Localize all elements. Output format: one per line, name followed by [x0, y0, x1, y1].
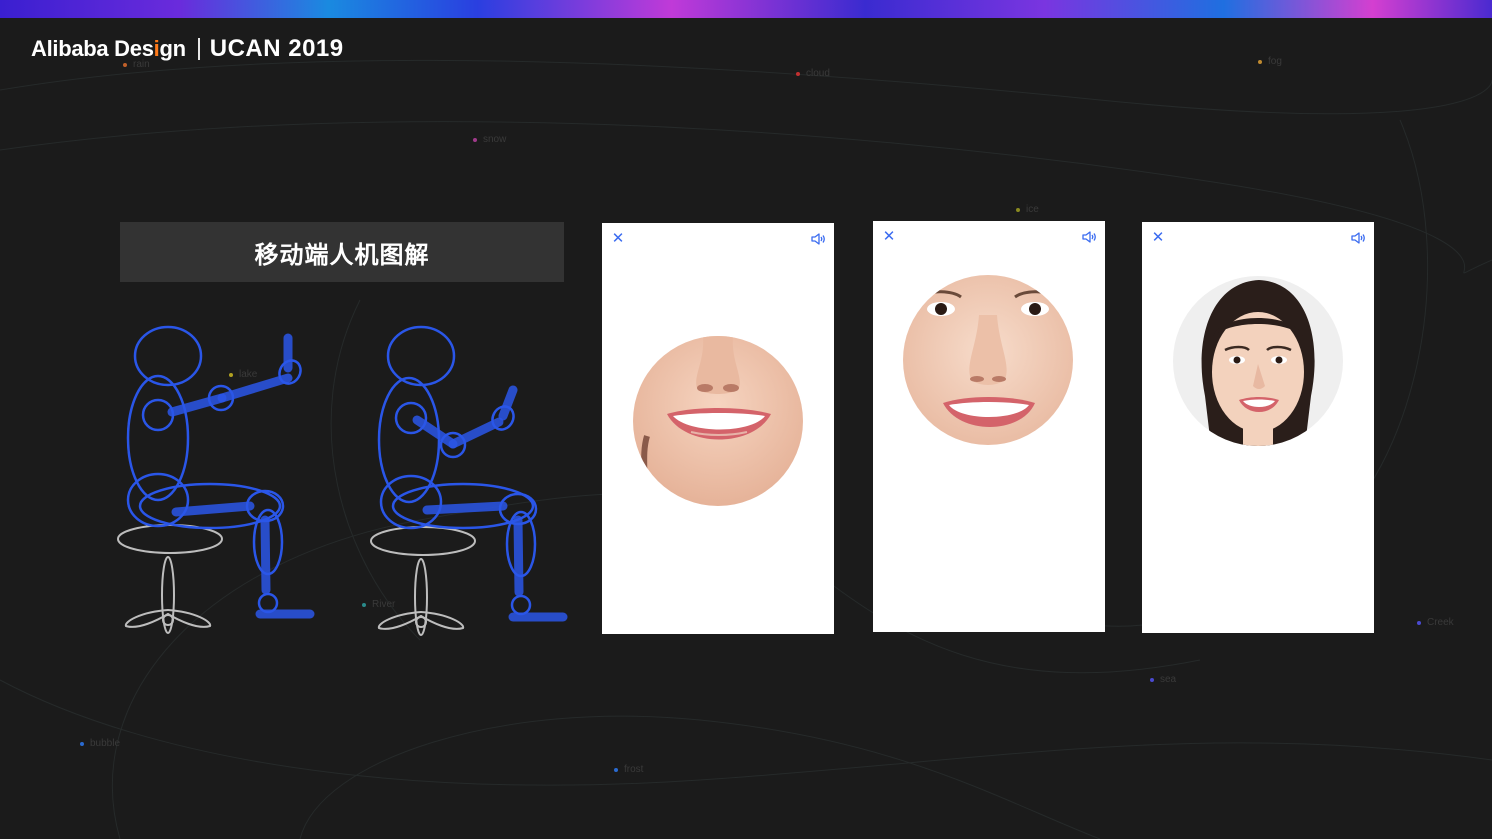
phone-screen-1: ✕: [602, 223, 834, 634]
bg-tag: ice: [1016, 204, 1039, 215]
brand-separator: [197, 38, 200, 60]
close-icon[interactable]: ✕: [610, 231, 626, 247]
bg-tag: fog: [1258, 56, 1282, 67]
bg-tag: snow: [473, 134, 506, 145]
bg-tag: sea: [1150, 674, 1176, 685]
speaker-icon[interactable]: [1081, 229, 1097, 245]
phone-screen-2: ✕: [873, 221, 1105, 632]
bg-tag: rain: [123, 59, 150, 70]
phone-screen-3: ✕: [1142, 222, 1374, 633]
bg-tag: frost: [614, 764, 643, 775]
face-capture-full: [1173, 276, 1343, 446]
close-icon[interactable]: ✕: [1150, 230, 1166, 246]
event-name: UCAN 2019: [209, 35, 344, 62]
bg-tag: Creek: [1417, 617, 1454, 628]
speaker-icon[interactable]: [1350, 230, 1366, 246]
bg-tag: bubble: [80, 738, 120, 749]
brand-logo: Alibaba Design UCAN 2019: [31, 34, 344, 64]
seated-figure-arm-bent: [370, 325, 568, 636]
bg-tag: cloud: [796, 68, 830, 79]
section-title: 移动端人机图解: [120, 222, 564, 282]
brand-name: Alibaba Design: [31, 36, 186, 61]
face-capture-mid: [903, 275, 1073, 445]
speaker-icon[interactable]: [810, 231, 826, 247]
seated-figure-arm-extended: [117, 325, 315, 634]
face-capture-mouth: [633, 336, 803, 506]
close-icon[interactable]: ✕: [881, 229, 897, 245]
